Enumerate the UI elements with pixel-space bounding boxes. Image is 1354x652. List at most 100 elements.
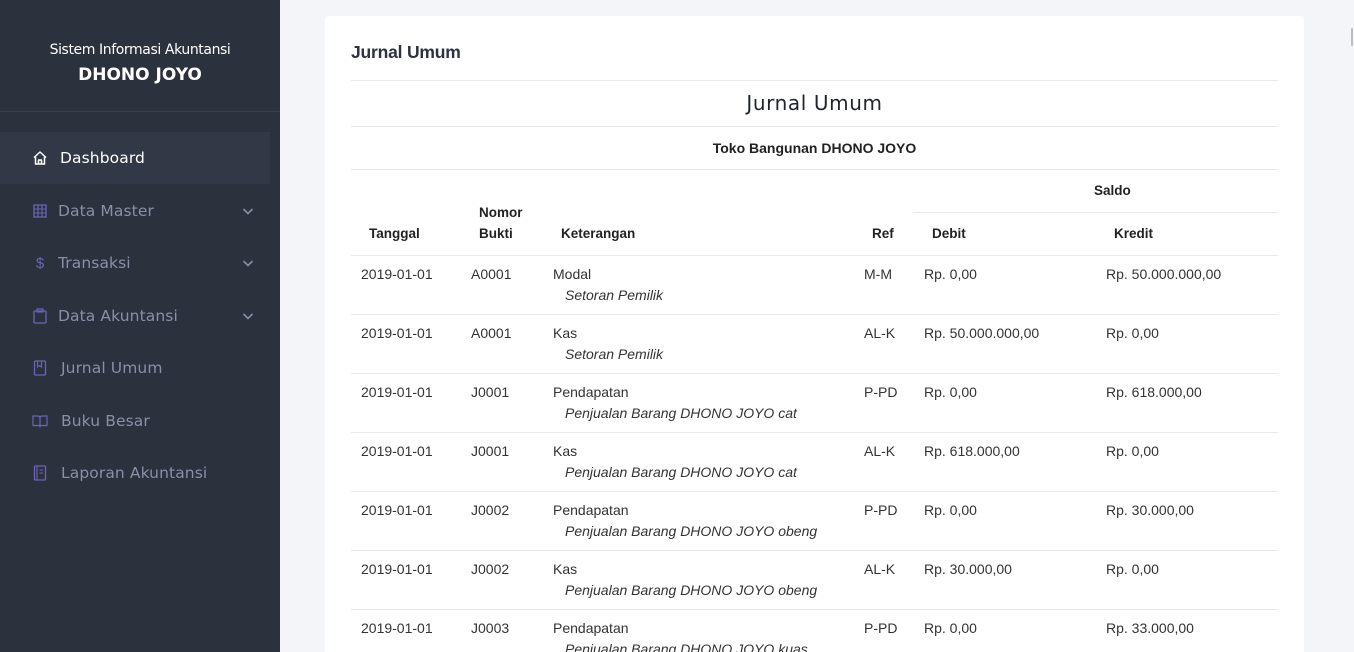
divider (351, 126, 1278, 127)
divider (351, 255, 1278, 256)
grid-icon (32, 203, 48, 219)
sidebar-item-label: Data Master (58, 201, 154, 220)
brand-subtitle: Sistem Informasi Akuntansi (49, 42, 231, 58)
journal-card: Jurnal Umum Jurnal Umum Toko Bangunan DH… (325, 16, 1304, 652)
cell-tanggal: 2019-01-01 (361, 620, 433, 636)
scroll-thumb[interactable] (1351, 28, 1353, 46)
sidebar-item-label: Jurnal Umum (61, 359, 163, 377)
book-icon (32, 360, 48, 376)
divider (913, 212, 1278, 213)
scrollbar[interactable] (1350, 0, 1354, 652)
chevron-down-icon (242, 207, 254, 215)
cell-ref: M-M (864, 266, 892, 282)
cell-akun: Pendapatan (553, 620, 629, 636)
cell-bukti: J0002 (471, 502, 510, 518)
cell-bukti: A0001 (471, 325, 512, 341)
cell-bukti: J0001 (471, 384, 510, 400)
cell-ref: AL-K (864, 561, 896, 577)
col-header-saldo: Saldo (1094, 183, 1131, 198)
cell-keterangan: Setoran Pemilik (565, 287, 664, 303)
sidebar-item-data-master[interactable]: Data Master (0, 185, 270, 237)
sidebar-item-transaksi[interactable]: $ Transaksi (0, 237, 270, 289)
sidebar-menu: Dashboard Data Master $ Transaksi Data A… (0, 112, 280, 499)
company-name: Toko Bangunan DHONO JOYO (712, 140, 917, 156)
divider (351, 80, 1278, 81)
home-icon (32, 150, 48, 166)
col-header-nomor: Nomor (479, 205, 523, 220)
sidebar-item-jurnal-umum[interactable]: Jurnal Umum (0, 342, 270, 394)
cell-ref: P-PD (864, 384, 898, 400)
cell-akun: Modal (553, 266, 592, 282)
cell-akun: Pendapatan (553, 502, 629, 518)
open-book-icon (32, 413, 48, 429)
row-divider (351, 373, 1278, 374)
row-divider (351, 432, 1278, 433)
divider (351, 169, 1278, 170)
sidebar-item-label: Buku Besar (61, 411, 150, 430)
sidebar-item-dashboard[interactable]: Dashboard (0, 132, 270, 184)
cell-ref: AL-K (864, 443, 896, 459)
cell-debit: Rp. 0,00 (924, 384, 977, 400)
cell-tanggal: 2019-01-01 (361, 384, 433, 400)
sidebar: Sistem Informasi Akuntansi DHONO JOYO Da… (0, 0, 280, 652)
cell-kredit: Rp. 0,00 (1106, 325, 1159, 341)
cell-bukti: A0001 (471, 266, 512, 282)
cell-keterangan: Penjualan Barang DHONO JOYO obeng (565, 582, 818, 598)
cell-debit: Rp. 0,00 (924, 620, 977, 636)
sidebar-item-buku-besar[interactable]: Buku Besar (0, 395, 270, 447)
sidebar-item-label: Data Akuntansi (58, 306, 178, 325)
clipboard-icon (32, 307, 48, 324)
row-divider (351, 491, 1278, 492)
cell-keterangan: Setoran Pemilik (565, 346, 664, 362)
cell-akun: Kas (553, 561, 578, 577)
cell-keterangan: Penjualan Barang DHONO JOYO cat (565, 464, 797, 480)
cell-debit: Rp. 618.000,00 (924, 443, 1020, 459)
col-header-kredit: Kredit (1114, 226, 1154, 241)
cell-akun: Kas (553, 443, 578, 459)
col-header-debit: Debit (932, 226, 966, 241)
cell-bukti: J0003 (471, 620, 510, 636)
cell-bukti: J0002 (471, 561, 510, 577)
chevron-down-icon (242, 260, 254, 267)
card-title: Jurnal Umum (351, 42, 461, 62)
cell-ref: P-PD (864, 502, 898, 518)
cell-kredit: Rp. 33.000,00 (1106, 620, 1194, 636)
col-header-bukti: Bukti (479, 226, 513, 241)
row-divider (351, 609, 1278, 610)
cell-kredit: Rp. 50.000.000,00 (1106, 266, 1222, 282)
row-divider (351, 550, 1278, 551)
sidebar-item-label: Laporan Akuntansi (61, 464, 208, 482)
dollar-icon: $ (35, 254, 45, 272)
cell-tanggal: 2019-01-01 (361, 502, 433, 518)
report-icon (32, 465, 48, 481)
cell-tanggal: 2019-01-01 (361, 443, 433, 459)
sidebar-item-laporan-akuntansi[interactable]: Laporan Akuntansi (0, 447, 270, 499)
cell-akun: Kas (553, 325, 578, 341)
cell-debit: Rp. 0,00 (924, 266, 977, 282)
cell-kredit: Rp. 618.000,00 (1106, 384, 1202, 400)
cell-tanggal: 2019-01-01 (361, 266, 433, 282)
cell-keterangan: Penjualan Barang DHONO JOYO kuas (565, 641, 808, 652)
brand-name: DHONO JOYO (78, 65, 202, 85)
cell-debit: Rp. 50.000.000,00 (924, 325, 1040, 341)
cell-kredit: Rp. 0,00 (1106, 561, 1159, 577)
sidebar-item-data-akuntansi[interactable]: Data Akuntansi (0, 290, 270, 342)
cell-kredit: Rp. 30.000,00 (1106, 502, 1194, 518)
col-header-ref: Ref (872, 226, 894, 241)
col-header-keterangan: Keterangan (561, 226, 636, 241)
cell-keterangan: Penjualan Barang DHONO JOYO obeng (565, 523, 818, 539)
cell-bukti: J0001 (471, 443, 510, 459)
report-title: Jurnal Umum (746, 91, 883, 115)
sidebar-item-label: Dashboard (60, 149, 145, 167)
col-header-tanggal: Tanggal (369, 226, 420, 241)
chevron-down-icon (242, 312, 254, 320)
cell-akun: Pendapatan (553, 384, 629, 400)
cell-ref: P-PD (864, 620, 898, 636)
cell-kredit: Rp. 0,00 (1106, 443, 1159, 459)
cell-debit: Rp. 30.000,00 (924, 561, 1012, 577)
cell-debit: Rp. 0,00 (924, 502, 977, 518)
row-divider (351, 314, 1278, 315)
sidebar-item-label: Transaksi (58, 254, 131, 272)
cell-ref: AL-K (864, 325, 896, 341)
cell-tanggal: 2019-01-01 (361, 325, 433, 341)
